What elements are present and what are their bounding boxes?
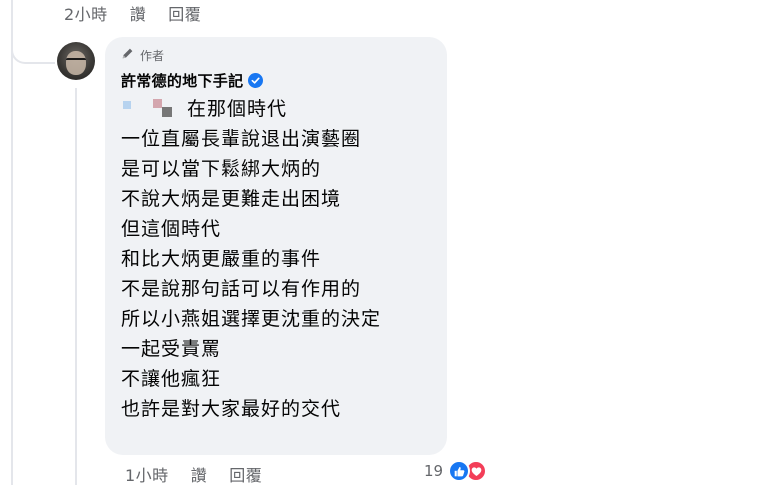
- comment-bubble: 作者 許常德的地下手記 在那個時代 一位直屬長輩說退出演藝圈 是可以當下鬆綁大炳…: [105, 37, 447, 455]
- comment-line: 是可以當下鬆綁大炳的: [121, 158, 322, 180]
- comment-line: 但這個時代: [121, 218, 222, 240]
- redacted-mark: [121, 98, 183, 120]
- reply-button[interactable]: 回覆: [229, 462, 262, 485]
- thread-connector: [11, 24, 55, 64]
- comment-line: 一起受責罵: [121, 338, 222, 360]
- comment-meta: 1小時 讚 回覆: [125, 462, 262, 485]
- parent-reply-button[interactable]: 回覆: [168, 1, 201, 25]
- reply-thread-line: [75, 88, 77, 485]
- reaction-icons: [448, 460, 488, 482]
- verified-check-icon: [248, 72, 264, 88]
- comment-text: 在那個時代 一位直屬長輩說退出演藝圈 是可以當下鬆綁大炳的 不說大炳是更難走出困…: [121, 94, 433, 424]
- thread-line: [11, 0, 13, 485]
- like-button[interactable]: 讚: [191, 462, 208, 485]
- comment-line: 不是說那句話可以有作用的: [121, 278, 362, 300]
- thumbs-up-icon: [448, 460, 471, 482]
- author-avatar[interactable]: [57, 42, 95, 80]
- author-row: 許常德的地下手記: [121, 67, 433, 93]
- pencil-icon: [121, 47, 134, 63]
- comment-line: 所以小燕姐選擇更沈重的決定: [121, 308, 382, 330]
- reaction-summary[interactable]: 19: [424, 460, 488, 482]
- comment-line: 和比大炳更嚴重的事件: [121, 248, 322, 270]
- avatar-face: [66, 51, 86, 75]
- comment-line: 一位直屬長輩說退出演藝圈: [121, 128, 362, 150]
- comment-thread: 2小時 讚 回覆 作者 許常德的地下手記 在那個時代 一位直屬長輩說退出演藝圈 …: [0, 0, 766, 485]
- reaction-count: 19: [424, 462, 444, 480]
- author-badge: 作者: [121, 45, 433, 65]
- comment-line: 也許是對大家最好的交代: [121, 398, 342, 420]
- comment-line: 在那個時代: [121, 94, 433, 124]
- parent-like-button[interactable]: 讚: [130, 1, 147, 25]
- author-name[interactable]: 許常德的地下手記: [121, 70, 243, 91]
- parent-comment-time[interactable]: 2小時: [64, 1, 108, 25]
- comment-time[interactable]: 1小時: [125, 462, 169, 485]
- parent-comment-meta: 2小時 讚 回覆: [64, 1, 201, 25]
- avatar-glasses: [66, 58, 86, 63]
- comment-line: 不說大炳是更難走出困境: [121, 188, 342, 210]
- comment-line-text: 在那個時代: [187, 98, 288, 120]
- author-badge-label: 作者: [140, 48, 165, 63]
- comment-line: 不讓他瘋狂: [121, 368, 222, 390]
